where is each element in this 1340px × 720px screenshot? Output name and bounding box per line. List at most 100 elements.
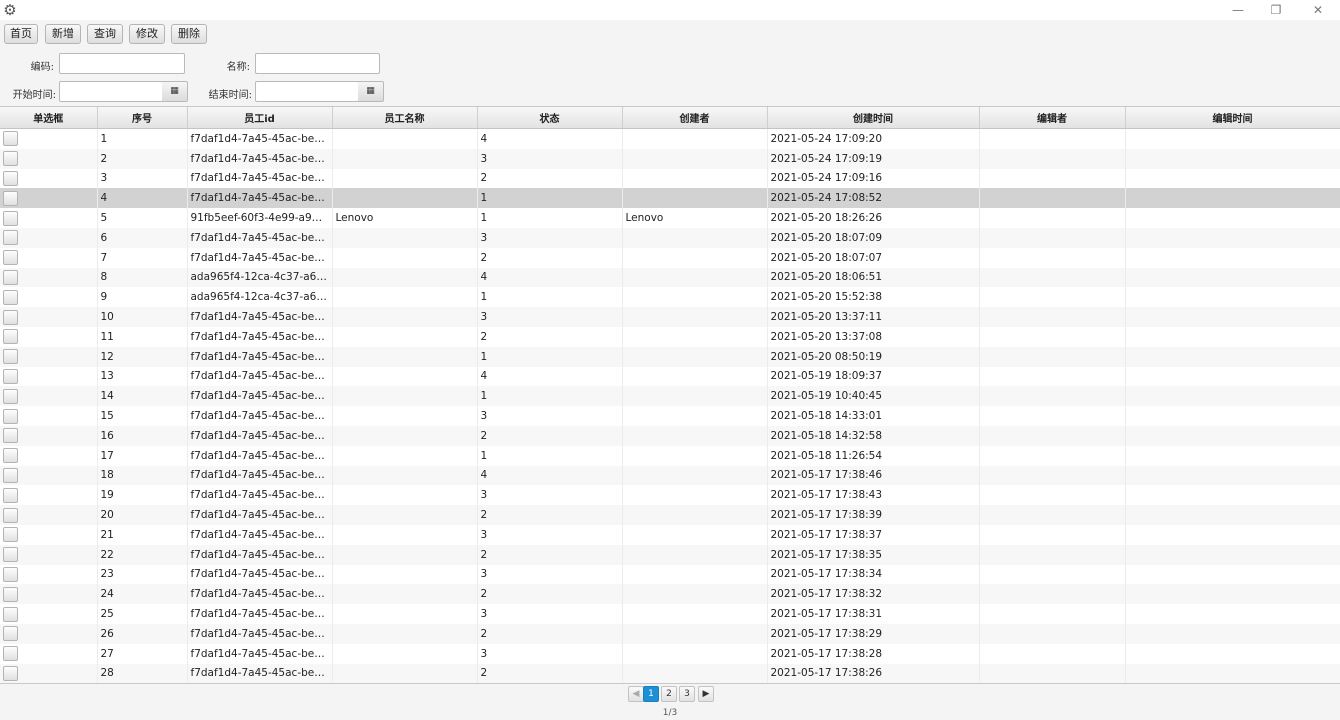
minimize-button[interactable]: —: [1218, 0, 1258, 20]
row-checkbox[interactable]: [3, 547, 18, 563]
row-checkbox[interactable]: [3, 349, 18, 365]
row-checkbox[interactable]: [3, 527, 18, 543]
table-row[interactable]: 3 f7daf1d4-7a45-45ac-be8... 2 2021-05-24 17…: [0, 168, 1340, 189]
row-checkbox[interactable]: [3, 665, 18, 681]
row-checkbox[interactable]: [3, 368, 18, 384]
column-header[interactable]: 创建时间: [767, 107, 980, 129]
home-button[interactable]: 首页: [4, 24, 38, 44]
code-input[interactable]: [59, 53, 185, 74]
row-checkbox[interactable]: [3, 230, 18, 246]
start-time-input[interactable]: [59, 81, 163, 102]
cell-created: 2021-05-17 17:38:32: [767, 584, 980, 605]
cell-emp-id: f7daf1d4-7a45-45ac-be8...: [187, 307, 333, 327]
row-checkbox[interactable]: [3, 566, 18, 582]
page-3-button[interactable]: 3: [679, 686, 695, 702]
cell-created: 2021-05-24 17:09:20: [767, 128, 980, 149]
prev-page-button[interactable]: ◀: [628, 686, 644, 702]
row-checkbox[interactable]: [3, 210, 18, 226]
row-checkbox[interactable]: [3, 467, 18, 483]
row-checkbox[interactable]: [3, 428, 18, 444]
row-checkbox[interactable]: [3, 329, 18, 345]
row-checkbox[interactable]: [3, 309, 18, 325]
start-calendar-icon[interactable]: ▦: [162, 81, 188, 102]
row-checkbox[interactable]: [3, 151, 18, 167]
row-checkbox[interactable]: [3, 170, 18, 186]
row-checkbox[interactable]: [3, 289, 18, 305]
table-row[interactable]: 28 f7daf1d4-7a45-45ac-be8... 2 2021-05-17 1…: [0, 663, 1340, 683]
column-header[interactable]: 单选框: [0, 107, 98, 129]
row-checkbox[interactable]: [3, 626, 18, 642]
table-row[interactable]: 26 f7daf1d4-7a45-45ac-be8... 2 2021-05-17 1…: [0, 623, 1340, 644]
table-row[interactable]: 1 f7daf1d4-7a45-45ac-be8... 4 2021-05-24 17…: [0, 128, 1340, 149]
table-row[interactable]: 5 91fb5eef-60f3-4e99-a971... Lenovo 1 Lenovo…: [0, 208, 1340, 228]
table-row[interactable]: 16 f7daf1d4-7a45-45ac-be8... 2 2021-05-18 1…: [0, 425, 1340, 446]
next-page-button[interactable]: ▶: [698, 686, 714, 702]
table-row[interactable]: 22 f7daf1d4-7a45-45ac-be8... 2 2021-05-17 1…: [0, 544, 1340, 565]
row-checkbox[interactable]: [3, 507, 18, 523]
row-checkbox[interactable]: [3, 606, 18, 622]
cell-edited: [1125, 128, 1340, 149]
row-checkbox-cell: [0, 326, 98, 347]
cell-seq: 22: [97, 544, 188, 565]
table-row[interactable]: 18 f7daf1d4-7a45-45ac-be8... 4 2021-05-17 1…: [0, 465, 1340, 486]
column-header[interactable]: 编辑者: [979, 107, 1126, 129]
row-checkbox[interactable]: [3, 586, 18, 602]
cell-emp-id: f7daf1d4-7a45-45ac-be8...: [187, 485, 333, 506]
delete-button[interactable]: 删除: [171, 24, 207, 44]
column-header[interactable]: 编辑时间: [1125, 107, 1340, 129]
table-row[interactable]: 15 f7daf1d4-7a45-45ac-be8... 3 2021-05-18 1…: [0, 406, 1340, 426]
table-row[interactable]: 8 ada965f4-12ca-4c37-a6d... 4 2021-05-20 18…: [0, 267, 1340, 288]
cell-creator: [622, 505, 768, 525]
table-row[interactable]: 17 f7daf1d4-7a45-45ac-be8... 1 2021-05-18 1…: [0, 445, 1340, 466]
table-row[interactable]: 4 f7daf1d4-7a45-45ac-be8... 1 2021-05-24 17…: [0, 188, 1340, 209]
end-calendar-icon[interactable]: ▦: [358, 81, 384, 102]
table-row[interactable]: 27 f7daf1d4-7a45-45ac-be8... 3 2021-05-17 1…: [0, 643, 1340, 664]
row-checkbox[interactable]: [3, 448, 18, 464]
page-1-button[interactable]: 1: [643, 686, 659, 702]
edit-button[interactable]: 修改: [129, 24, 165, 44]
row-checkbox-cell: [0, 307, 98, 327]
table-row[interactable]: 12 f7daf1d4-7a45-45ac-be8... 1 2021-05-20 0…: [0, 346, 1340, 367]
column-header[interactable]: 状态: [477, 107, 623, 129]
add-button[interactable]: 新增: [45, 24, 81, 44]
cell-edited: [1125, 623, 1340, 644]
column-header[interactable]: 创建者: [622, 107, 768, 129]
table-row[interactable]: 6 f7daf1d4-7a45-45ac-be8... 3 2021-05-20 18…: [0, 227, 1340, 248]
cell-emp-name: [332, 524, 478, 545]
table-row[interactable]: 10 f7daf1d4-7a45-45ac-be8... 3 2021-05-20 1…: [0, 307, 1340, 327]
table-row[interactable]: 2 f7daf1d4-7a45-45ac-be8... 3 2021-05-24 17…: [0, 148, 1340, 169]
row-checkbox[interactable]: [3, 646, 18, 662]
table-row[interactable]: 19 f7daf1d4-7a45-45ac-be8... 3 2021-05-17 1…: [0, 485, 1340, 506]
row-checkbox[interactable]: [3, 388, 18, 404]
restore-button[interactable]: ❐: [1256, 0, 1296, 20]
cell-created: 2021-05-24 17:08:52: [767, 188, 980, 209]
name-input[interactable]: [255, 53, 380, 74]
table-row[interactable]: 24 f7daf1d4-7a45-45ac-be8... 2 2021-05-17 1…: [0, 584, 1340, 605]
end-time-input[interactable]: [255, 81, 359, 102]
cell-edited: [1125, 227, 1340, 248]
row-checkbox[interactable]: [3, 269, 18, 285]
row-checkbox[interactable]: [3, 408, 18, 424]
table-row[interactable]: 25 f7daf1d4-7a45-45ac-be8... 3 2021-05-17 1…: [0, 604, 1340, 624]
table-row[interactable]: 11 f7daf1d4-7a45-45ac-be8... 2 2021-05-20 1…: [0, 326, 1340, 347]
row-checkbox[interactable]: [3, 190, 18, 206]
row-checkbox[interactable]: [3, 131, 18, 147]
table-row[interactable]: 7 f7daf1d4-7a45-45ac-be8... 2 2021-05-20 18…: [0, 247, 1340, 268]
page-2-button[interactable]: 2: [661, 686, 677, 702]
table-row[interactable]: 23 f7daf1d4-7a45-45ac-be8... 3 2021-05-17 1…: [0, 564, 1340, 585]
table-row[interactable]: 13 f7daf1d4-7a45-45ac-be8... 4 2021-05-19 1…: [0, 366, 1340, 387]
table-row[interactable]: 14 f7daf1d4-7a45-45ac-be8... 1 2021-05-19 1…: [0, 386, 1340, 407]
table-row[interactable]: 21 f7daf1d4-7a45-45ac-be8... 3 2021-05-17 1…: [0, 524, 1340, 545]
close-button[interactable]: ✕: [1298, 0, 1338, 20]
query-button[interactable]: 查询: [87, 24, 123, 44]
row-checkbox[interactable]: [3, 487, 18, 503]
table-row[interactable]: 20 f7daf1d4-7a45-45ac-be8... 2 2021-05-17 1…: [0, 505, 1340, 525]
cell-edited: [1125, 544, 1340, 565]
column-header[interactable]: 员工id: [187, 107, 333, 129]
cell-created: 2021-05-20 18:07:09: [767, 227, 980, 248]
column-header[interactable]: 员工名称: [332, 107, 478, 129]
column-header[interactable]: 序号: [97, 107, 188, 129]
row-checkbox[interactable]: [3, 250, 18, 266]
table-row[interactable]: 9 ada965f4-12ca-4c37-a6d... 1 2021-05-20 15…: [0, 287, 1340, 308]
cell-editor: [979, 366, 1126, 387]
